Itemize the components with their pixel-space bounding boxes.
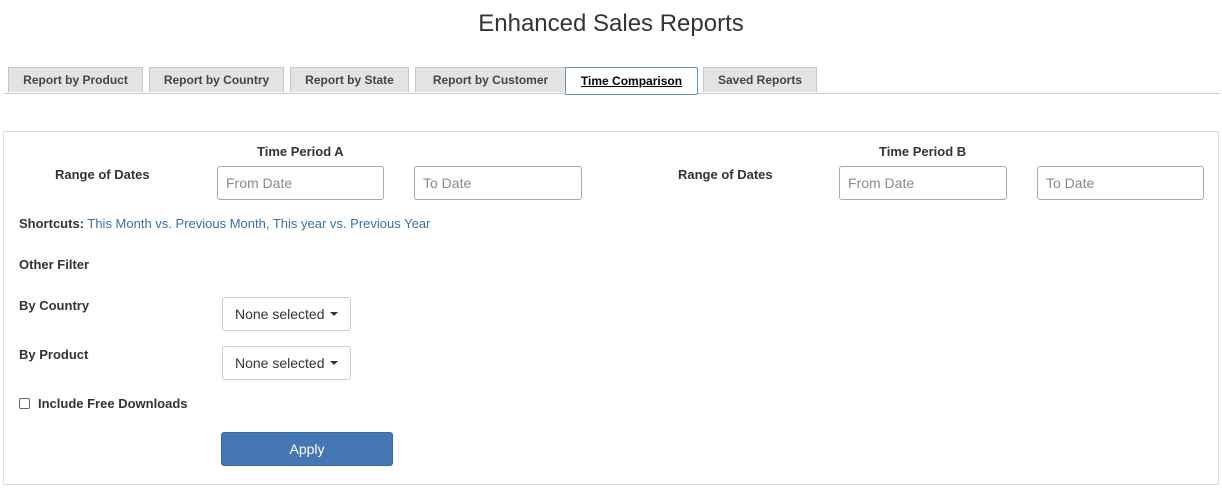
caret-down-icon <box>329 312 338 316</box>
include-free-downloads-checkbox[interactable] <box>19 398 30 409</box>
period-b-range-label: Range of Dates <box>678 167 773 182</box>
free-downloads-option: Include Free Downloads <box>19 396 188 411</box>
period-a-title: Time Period A <box>257 144 344 159</box>
product-multiselect-value: None selected <box>235 355 325 371</box>
caret-down-icon <box>329 361 338 365</box>
period-b-to-date-input[interactable] <box>1037 166 1204 200</box>
tab-time-comparison[interactable]: Time Comparison <box>565 67 698 95</box>
time-comparison-panel: Time Period A Range of Dates Time Period… <box>3 131 1219 485</box>
shortcuts-row: Shortcuts: This Month vs. Previous Month… <box>19 216 430 231</box>
other-filter-heading: Other Filter <box>19 257 90 272</box>
shortcut-this-month-vs-previous-month[interactable]: This Month vs. Previous Month <box>87 216 265 231</box>
period-a-range-label: Range of Dates <box>55 167 150 182</box>
page-title: Enhanced Sales Reports <box>478 10 744 37</box>
period-b-from-date-input[interactable] <box>839 166 1007 200</box>
tab-report-by-product[interactable]: Report by Product <box>8 67 143 92</box>
shortcut-separator: , <box>265 216 273 231</box>
tab-report-by-country[interactable]: Report by Country <box>149 67 284 92</box>
include-free-downloads-label: Include Free Downloads <box>38 396 188 411</box>
product-multiselect[interactable]: None selected <box>222 346 351 380</box>
by-country-label: By Country <box>19 298 90 313</box>
country-multiselect-value: None selected <box>235 306 325 322</box>
period-a-to-date-input[interactable] <box>414 166 582 200</box>
tab-report-by-customer[interactable]: Report by Customer <box>415 67 566 92</box>
shortcuts-label: Shortcuts: <box>19 216 84 231</box>
shortcut-this-year-vs-previous-year[interactable]: This year vs. Previous Year <box>273 216 431 231</box>
tab-report-by-state[interactable]: Report by State <box>290 67 409 92</box>
country-multiselect[interactable]: None selected <box>222 297 351 331</box>
by-product-label: By Product <box>19 347 89 362</box>
apply-button[interactable]: Apply <box>221 432 393 466</box>
period-b-title: Time Period B <box>879 144 967 159</box>
tab-saved-reports[interactable]: Saved Reports <box>703 67 817 92</box>
period-a-from-date-input[interactable] <box>217 166 384 200</box>
